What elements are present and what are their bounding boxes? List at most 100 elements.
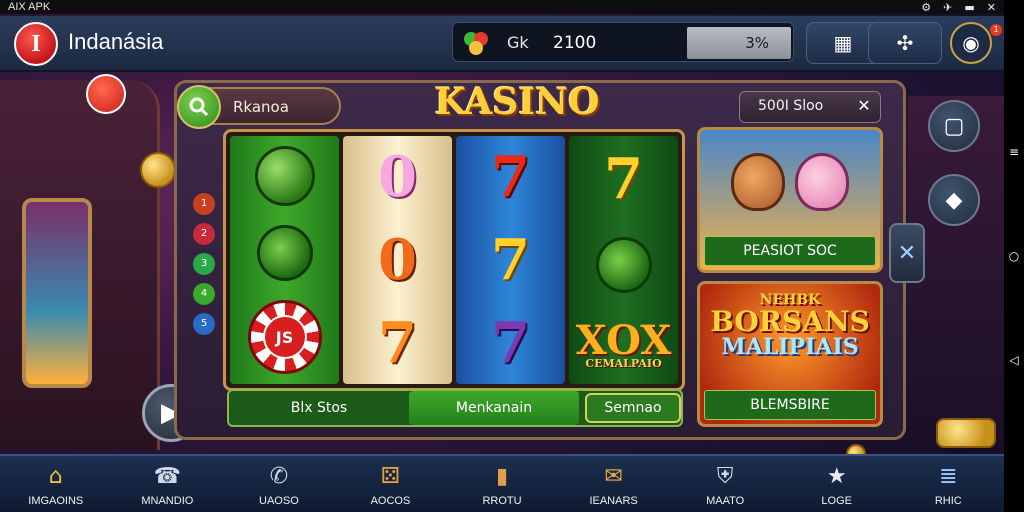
middle-action-button[interactable]: Menkanain — [409, 391, 579, 425]
nav-item[interactable]: ⌂ IMGAOINS — [0, 456, 112, 512]
top-header: I Indanásia Gk 2100 3% ▦ ✣ ◉ 1 — [0, 16, 1004, 72]
slot-chip[interactable]: 500I Sloo ✕ — [739, 91, 881, 123]
arrows-button[interactable]: ◆ — [928, 174, 980, 226]
reel-2: 0 0 7 — [343, 136, 452, 384]
nav-item[interactable]: ▮ RROTU — [446, 456, 558, 512]
seven-symbol: 7 — [491, 226, 530, 293]
nav-item[interactable]: ✉ IEANARS — [558, 456, 670, 512]
game-screen: AIX APK ⚙ ✈ ▬ ✕ I Indanásia Gk 2100 3% ▦ — [0, 0, 1004, 512]
nav-label: MNANDIO — [141, 495, 194, 507]
coin-icon — [140, 152, 176, 188]
seven-symbol: 7 — [378, 309, 417, 376]
nav-label: UAOSO — [259, 495, 299, 507]
balance-value: 2100 — [553, 33, 597, 53]
arcade-screen — [22, 198, 92, 388]
share-side-icon: ▢ — [943, 113, 965, 139]
slot-panel: Rkanoa KASINO 500I Sloo ✕ 1 2 3 4 5 JS 0… — [174, 80, 925, 440]
settings-icon: ⚙ — [921, 0, 932, 14]
bottom-nav: ⌂ IMGAOINS ☎ MNANDIO ✆ UAOSO ⚄ AOCOS ▮ R… — [0, 454, 1004, 512]
action-bar: Blx Stos Menkanain Semnao — [227, 389, 683, 427]
character-icon — [795, 153, 849, 211]
bag-icon: ▮ — [495, 463, 509, 489]
promo-headline-line: MALIPIAIS — [721, 334, 859, 360]
status-app-label: AIX APK — [8, 1, 51, 13]
bet-stops-button[interactable]: Blx Stos — [229, 400, 409, 416]
logo-icon[interactable]: I — [14, 22, 58, 66]
nav-label: LOGE — [821, 495, 852, 507]
nav-item[interactable]: ⛨ MAATO — [669, 456, 781, 512]
reel-1: JS — [230, 136, 339, 384]
promo-card[interactable]: PEASIOT SOC — [697, 127, 883, 273]
coin-stack-icon — [936, 418, 996, 448]
profile-button[interactable]: ◉ — [950, 22, 992, 64]
dice-icon: ⚄ — [380, 463, 401, 489]
nav-label: IEANARS — [589, 495, 638, 507]
promo-headline-line: BORSANS — [710, 305, 870, 338]
promo-label: PEASIOT SOC — [704, 236, 876, 266]
payline-dot[interactable]: 5 — [193, 313, 215, 335]
home-circle-icon[interactable]: ○ — [1009, 249, 1019, 263]
close-icon: ✕ — [897, 240, 917, 266]
payline-dot[interactable]: 1 — [193, 193, 215, 215]
share-side-button[interactable]: ▢ — [928, 100, 980, 152]
nav-item[interactable]: ★ LOGE — [781, 456, 893, 512]
gift-icon: ▦ — [833, 31, 853, 55]
status-icons: ⚙ ✈ ▬ ✕ — [921, 1, 996, 14]
seven-symbol: 7 — [604, 146, 643, 213]
share-button[interactable]: ✣ — [868, 22, 942, 64]
close-icon[interactable]: ✕ — [852, 96, 876, 118]
android-nav-bar: ≡ ○ ◁ — [1004, 0, 1024, 512]
clover-icon — [459, 27, 493, 59]
notification-badge: 1 — [990, 24, 1002, 36]
arcade-machine-left — [0, 80, 160, 450]
brand-name: Indanásia — [68, 29, 164, 54]
share-icon: ✣ — [896, 31, 914, 55]
promo-label: BLEMSBIRE — [704, 390, 876, 420]
flame-icon — [86, 74, 126, 114]
nav-label: RHIC — [934, 495, 962, 507]
balance-box[interactable]: Gk 2100 3% — [452, 22, 794, 62]
promo-headline: NEHBK BORSANS MALIPIAIS — [700, 292, 880, 358]
zero-symbol: 0 — [378, 144, 417, 211]
reel-4: 7 XOX CEMALPAIO — [569, 136, 678, 384]
xox-symbol: XOX CEMALPAIO — [576, 321, 672, 371]
nav-label: IMGAOINS — [28, 495, 84, 507]
spin-button[interactable]: Semnao — [585, 393, 681, 423]
promo-art — [700, 130, 880, 234]
seven-symbol: 7 — [491, 144, 530, 211]
balance-progress: 3% — [687, 27, 791, 59]
search-field[interactable]: Rkanoa — [177, 85, 341, 129]
menu-icon[interactable]: ≡ — [1009, 145, 1019, 159]
battery-icon: ▬ — [964, 0, 975, 14]
nav-label: AOCOS — [370, 495, 411, 507]
payline-dot[interactable]: 4 — [193, 283, 215, 305]
zero-symbol: 0 — [378, 226, 417, 293]
panel-close-button[interactable]: ✕ — [889, 223, 925, 283]
payline-dot[interactable]: 2 — [193, 223, 215, 245]
nav-label: RROTU — [482, 495, 522, 507]
gift-box-icon: ✉ — [604, 463, 623, 489]
list-icon: ≣ — [939, 463, 958, 489]
close-icon[interactable]: ✕ — [987, 1, 996, 14]
character-icon — [731, 153, 785, 211]
nav-item[interactable]: ☎ MNANDIO — [112, 456, 224, 512]
page-title: KASINO — [434, 81, 600, 123]
xox-subtext: CEMALPAIO — [585, 357, 662, 371]
promo-card[interactable]: NEHBK BORSANS MALIPIAIS BLEMSBIRE — [697, 281, 883, 427]
chat-icon: ✆ — [269, 463, 289, 489]
home-icon: ⌂ — [48, 463, 63, 489]
shield-icon: ⛨ — [716, 463, 734, 489]
nav-item[interactable]: ≣ RHIC — [893, 456, 1005, 512]
logo-glyph: I — [31, 30, 41, 57]
search-label: Rkanoa — [233, 98, 289, 116]
chip-text: JS — [262, 315, 307, 360]
back-icon[interactable]: ◁ — [1009, 353, 1018, 367]
wifi-icon: ✈ — [943, 0, 953, 14]
search-icon — [177, 85, 221, 129]
nav-item[interactable]: ⚄ AOCOS — [335, 456, 447, 512]
casino-chip-icon: JS — [247, 300, 322, 375]
nav-item[interactable]: ✆ UAOSO — [223, 456, 335, 512]
balance-label: Gk — [507, 33, 529, 52]
bomb-symbol-icon — [254, 145, 315, 206]
payline-dot[interactable]: 3 — [193, 253, 215, 275]
